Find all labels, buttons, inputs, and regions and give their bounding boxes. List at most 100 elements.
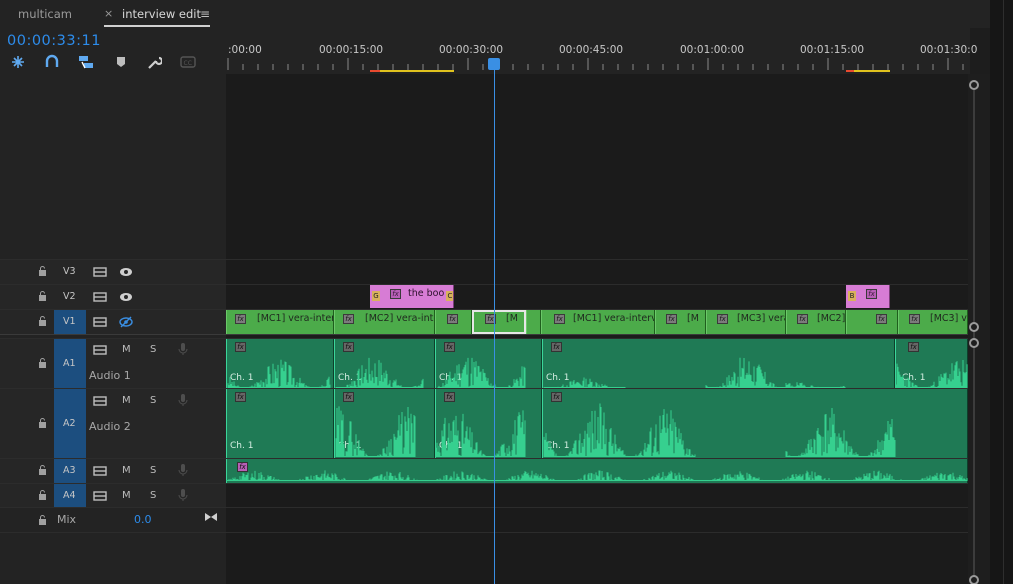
ruler-label: 00:01:00:00 [680, 44, 745, 56]
track-name: V3 [63, 266, 76, 277]
microphone-icon[interactable] [176, 343, 190, 355]
graphic-clip-v2[interactable]: fx the boo G C [370, 285, 454, 308]
mute-button[interactable]: M [122, 490, 131, 501]
scroll-knob-audio[interactable] [969, 338, 979, 348]
lock-icon[interactable] [38, 291, 47, 301]
clip-label: [MC1] vera-intervie [573, 313, 654, 324]
fx-badge: fx [797, 314, 808, 324]
eye-icon[interactable] [119, 266, 133, 278]
lock-icon[interactable] [38, 316, 47, 326]
video-clip-v1[interactable]: fx [MC1] vera-intervie [541, 310, 655, 334]
fx-badge: fx [909, 314, 920, 324]
eye-hidden-icon[interactable] [119, 316, 133, 328]
graphic-clip-v2[interactable]: B fx [846, 285, 890, 308]
video-clip-v1[interactable]: fx [846, 310, 898, 334]
render-bar-red [370, 70, 380, 72]
mute-button[interactable]: M [122, 395, 131, 406]
solo-button[interactable]: S [150, 490, 156, 501]
ruler-label: 00:01:30:0 [920, 44, 978, 56]
clip-label: [MC1] vera-intervi [257, 313, 333, 324]
svg-text:CC: CC [184, 60, 192, 67]
ruler-label: 00:01:15:00 [800, 44, 865, 56]
microphone-icon[interactable] [176, 394, 190, 406]
snap-magnet-icon[interactable] [44, 54, 60, 70]
scroll-knob-bottom[interactable] [969, 575, 979, 584]
microphone-icon[interactable] [176, 489, 190, 501]
video-clip-v1[interactable]: fx [435, 310, 472, 334]
add-marker-icon[interactable] [113, 54, 129, 70]
sync-lock-icon[interactable] [93, 316, 107, 328]
mix-bowtie-icon[interactable] [204, 511, 218, 523]
sync-lock-icon[interactable] [93, 266, 107, 278]
video-clip-v1[interactable]: fx [MC3] v [898, 310, 968, 334]
solo-button[interactable]: S [150, 395, 156, 406]
fx-badge: fx [717, 314, 728, 324]
fx-badge: fx [554, 314, 565, 324]
fx-badge: fx [447, 314, 458, 324]
video-clip-v1[interactable]: fx [MC1] vera-intervi [226, 310, 334, 334]
tab-multicam[interactable]: multicam [18, 0, 72, 28]
lock-icon[interactable] [38, 465, 47, 475]
solo-button[interactable]: S [150, 344, 156, 355]
track-name: V2 [63, 291, 76, 302]
lock-icon[interactable] [38, 358, 47, 368]
video-clip-v1[interactable]: fx [MC2] [786, 310, 846, 334]
solo-button[interactable]: S [150, 465, 156, 476]
video-clip-v1[interactable]: fx [MC2] vera-inter [334, 310, 435, 334]
clip-label: [MC3] v [930, 313, 967, 324]
close-tab-icon[interactable]: × [104, 0, 113, 28]
playhead-timecode[interactable]: 00:00:33:11 [7, 33, 101, 49]
video-clip-v1[interactable] [526, 310, 541, 334]
clip-label: [MC2] vera-inter [365, 313, 434, 324]
ruler-label: 00:00:15:00 [319, 44, 384, 56]
lock-icon[interactable] [38, 490, 47, 500]
scroll-knob-video[interactable] [969, 322, 979, 332]
fx-badge: fx [235, 314, 246, 324]
tab-interview-edit[interactable]: interview edit [122, 0, 201, 28]
sync-lock-icon[interactable] [93, 395, 107, 407]
lock-icon[interactable] [38, 515, 47, 525]
track-header-a2: A2 M S Audio 2 [0, 389, 226, 458]
lock-icon[interactable] [38, 266, 47, 276]
tab-bar: multicam × interview edit ≡ [0, 0, 1013, 28]
track-label-audio-1: Audio 1 [89, 369, 131, 382]
track-header-a3: A3 M S [0, 459, 226, 483]
ruler-label: 00:00:45:00 [559, 44, 624, 56]
fx-badge: fx [343, 314, 354, 324]
clip-label: [M [687, 313, 699, 324]
mix-label: Mix [57, 513, 77, 526]
mix-volume-value[interactable]: 0.0 [134, 513, 152, 526]
playhead-handle[interactable] [488, 58, 500, 70]
sync-lock-icon[interactable] [93, 344, 107, 356]
eye-icon[interactable] [119, 291, 133, 303]
sync-lock-icon[interactable] [93, 490, 107, 502]
vertical-scrollbar[interactable] [973, 86, 975, 584]
track-header-a4: A4 M S [0, 484, 226, 507]
video-clip-v1-selected[interactable]: fx [M [472, 310, 526, 334]
render-bar-red [846, 70, 854, 72]
panel-menu-icon[interactable]: ≡ [200, 0, 210, 28]
microphone-icon[interactable] [176, 464, 190, 476]
lock-icon[interactable] [38, 418, 47, 428]
playhead-line[interactable] [494, 67, 495, 584]
captions-icon[interactable]: CC [180, 54, 196, 70]
sync-lock-icon[interactable] [93, 291, 107, 303]
video-clip-v1[interactable]: fx [M [655, 310, 706, 334]
linked-selection-icon[interactable] [78, 54, 94, 70]
clip-marker: G [372, 291, 380, 301]
insert-nest-icon[interactable] [10, 54, 26, 70]
track-divider [0, 532, 968, 533]
render-bar-yellow [380, 70, 454, 72]
track-name: V1 [63, 316, 76, 327]
video-clip-v1[interactable]: fx [MC3] vera [706, 310, 786, 334]
settings-wrench-icon[interactable] [146, 54, 164, 70]
time-ruler[interactable]: :00:00 00:00:15:00 00:00:30:00 00:00:45:… [226, 28, 977, 74]
mute-button[interactable]: M [122, 344, 131, 355]
track-name: A3 [63, 465, 76, 476]
track-name: A2 [63, 418, 76, 429]
panel-edge [990, 0, 1013, 584]
scroll-knob-top[interactable] [969, 80, 979, 90]
sync-lock-icon[interactable] [93, 465, 107, 477]
fx-badge: fx [876, 314, 887, 324]
mute-button[interactable]: M [122, 465, 131, 476]
